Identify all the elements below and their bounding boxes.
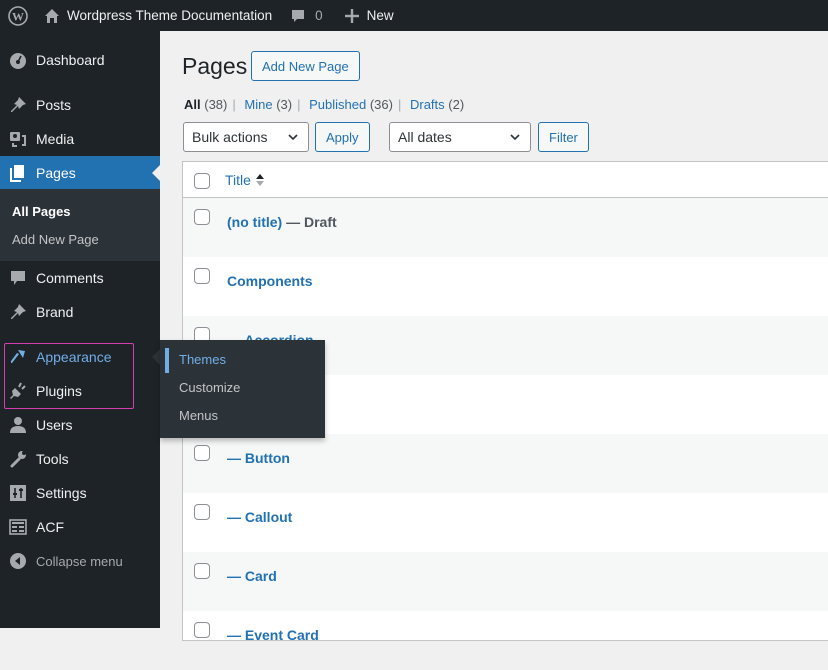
collapse-menu-button[interactable]: Collapse menu xyxy=(0,544,160,578)
user-icon xyxy=(0,416,36,434)
admin-menu: Dashboard Posts Media Pages All Pages Ad… xyxy=(0,31,160,628)
collapse-icon xyxy=(0,552,36,570)
menu-users[interactable]: Users xyxy=(0,408,160,442)
sort-icon xyxy=(255,174,264,186)
filter-all[interactable]: All (38) xyxy=(184,97,227,112)
current-indicator xyxy=(165,348,169,373)
bulk-actions-select[interactable]: Bulk actions xyxy=(183,122,309,152)
table-row: Components xyxy=(183,257,828,316)
wrench-icon xyxy=(0,450,36,468)
row-title-link[interactable]: Components xyxy=(227,273,313,289)
select-all-checkbox[interactable] xyxy=(194,173,210,189)
apply-button[interactable]: Apply xyxy=(315,122,370,152)
table-row: — Card xyxy=(183,552,828,611)
row-title-link[interactable]: — Card xyxy=(227,568,277,584)
menu-comments[interactable]: Comments xyxy=(0,261,160,295)
row-state: — Draft xyxy=(282,214,337,230)
table-row: — Callout xyxy=(183,493,828,552)
menu-acf[interactable]: ACF xyxy=(0,510,160,544)
chevron-down-icon xyxy=(510,134,520,141)
plus-icon xyxy=(344,8,359,23)
menu-dashboard[interactable]: Dashboard xyxy=(0,43,160,77)
media-icon xyxy=(0,130,36,148)
filter-button[interactable]: Filter xyxy=(538,122,589,152)
row-checkbox[interactable] xyxy=(194,563,210,579)
dates-select[interactable]: All dates xyxy=(389,122,531,152)
new-label: New xyxy=(366,8,394,23)
filter-published[interactable]: Published xyxy=(309,97,366,112)
row-checkbox[interactable] xyxy=(194,504,210,520)
comments-link[interactable]: 0 xyxy=(280,0,331,31)
main-content: Pages Add New Page All (38) | Mine (3) | P… xyxy=(160,31,828,643)
wp-logo-button[interactable]: W xyxy=(0,0,36,31)
comment-icon xyxy=(0,269,36,287)
filter-drafts[interactable]: Drafts xyxy=(410,97,445,112)
menu-pages[interactable]: Pages xyxy=(0,156,160,190)
home-icon xyxy=(45,8,59,23)
pin-icon xyxy=(0,303,36,321)
admin-bar: W Wordpress Theme Documentation 0 New xyxy=(0,0,828,31)
add-new-page-button[interactable]: Add New Page xyxy=(251,51,360,81)
row-checkbox[interactable] xyxy=(194,445,210,461)
acf-icon xyxy=(0,518,36,536)
flyout-menus[interactable]: Menus xyxy=(179,408,218,423)
pages-submenu: All Pages Add New Page xyxy=(0,189,160,261)
row-checkbox[interactable] xyxy=(194,209,210,225)
row-checkbox[interactable] xyxy=(194,622,210,638)
row-checkbox[interactable] xyxy=(194,268,210,284)
paintbrush-icon xyxy=(0,348,36,366)
comments-count: 0 xyxy=(315,8,323,23)
menu-brand[interactable]: Brand xyxy=(0,295,160,329)
filter-mine[interactable]: Mine xyxy=(244,97,272,112)
menu-plugins[interactable]: Plugins xyxy=(0,374,160,408)
row-title-link[interactable]: — Button xyxy=(227,450,290,466)
wordpress-logo-icon: W xyxy=(8,5,28,26)
flyout-customize[interactable]: Customize xyxy=(179,380,240,395)
table-header: Title xyxy=(183,162,828,198)
chevron-down-icon xyxy=(288,134,298,141)
dashboard-icon xyxy=(0,51,36,69)
pin-icon xyxy=(0,96,36,114)
table-row: — Event Card xyxy=(183,611,828,670)
flyout-themes[interactable]: Themes xyxy=(179,352,226,367)
row-title-link[interactable]: (no title) xyxy=(227,214,282,230)
appearance-flyout-menu: Themes Customize Menus xyxy=(160,340,325,438)
menu-media[interactable]: Media xyxy=(0,122,160,156)
site-name: Wordpress Theme Documentation xyxy=(67,8,273,23)
settings-icon xyxy=(0,484,36,502)
table-row: — Button xyxy=(183,434,828,493)
title-column-header[interactable]: Title xyxy=(225,172,264,188)
comment-icon xyxy=(292,9,305,22)
new-content-button[interactable]: New xyxy=(331,0,402,31)
menu-tools[interactable]: Tools xyxy=(0,442,160,476)
menu-appearance[interactable]: Appearance xyxy=(0,340,160,374)
status-filters: All (38) | Mine (3) | Published (36) | Draf… xyxy=(184,97,465,112)
svg-text:W: W xyxy=(12,9,24,23)
submenu-all-pages[interactable]: All Pages xyxy=(12,204,71,219)
page-title: Pages xyxy=(182,53,248,79)
menu-settings[interactable]: Settings xyxy=(0,476,160,510)
table-row: (no title) — Draft xyxy=(183,198,828,257)
plugin-icon xyxy=(0,382,36,400)
site-name-link[interactable]: Wordpress Theme Documentation xyxy=(36,0,280,31)
pages-icon xyxy=(0,164,36,182)
row-title-link[interactable]: — Event Card xyxy=(227,627,319,643)
menu-posts[interactable]: Posts xyxy=(0,88,160,122)
row-title-link[interactable]: — Callout xyxy=(227,509,292,525)
submenu-add-new-page[interactable]: Add New Page xyxy=(12,232,99,247)
